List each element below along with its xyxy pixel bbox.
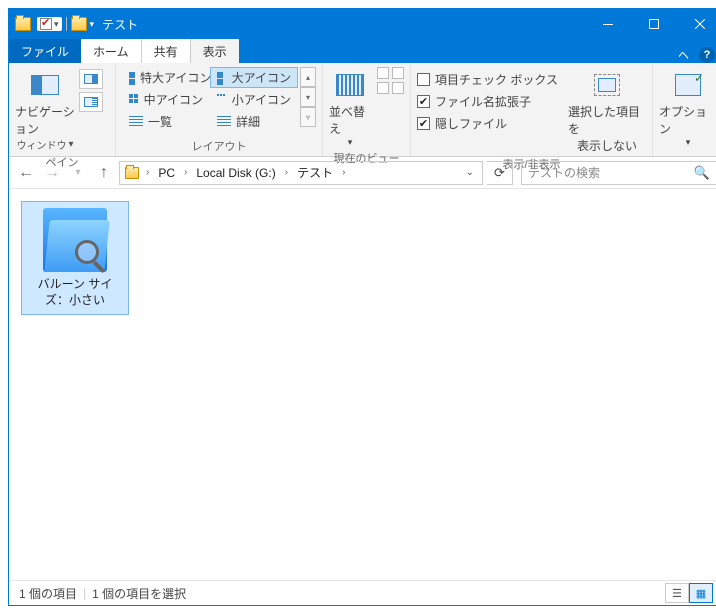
- status-selected-count: 1 個の項目を選択: [92, 585, 186, 602]
- hide-icon: [594, 74, 620, 96]
- details-pane-button[interactable]: [79, 92, 103, 112]
- minimize-button[interactable]: [585, 9, 631, 39]
- tab-view[interactable]: 表示: [191, 39, 239, 63]
- address-bar[interactable]: › PC › Local Disk (G:) › テスト › ⌄: [119, 161, 483, 185]
- chevron-right-icon[interactable]: ›: [180, 167, 191, 178]
- folder-icon: [15, 17, 31, 31]
- list-item[interactable]: バルーン サイズ：小さい: [21, 201, 129, 315]
- breadcrumb-drive[interactable]: Local Disk (G:): [191, 162, 280, 184]
- ribbon-group-layout: 特大アイコン 中アイコン 一覧 大アイコン 小アイコン 詳細 ▴ ▾ ▿ レイア…: [116, 63, 323, 156]
- navigation-pane-button[interactable]: ナビゲーション ウィンドウ▾: [15, 67, 75, 152]
- ribbon-group-show-hide: 項目チェック ボックス ✔ファイル名拡張子 ✔隠しファイル 選択した項目を 表示…: [411, 63, 653, 156]
- tab-file[interactable]: ファイル: [9, 39, 81, 63]
- maximize-button[interactable]: [631, 9, 677, 39]
- ribbon-tabs: ファイル ホーム 共有 表示 ヘ ?: [9, 39, 716, 63]
- group-by-button[interactable]: [392, 67, 404, 79]
- status-item-count: 1 個の項目: [19, 585, 77, 602]
- breadcrumb-pc[interactable]: PC: [153, 162, 180, 184]
- options-icon: [675, 74, 701, 96]
- item-label: バルーン サイズ：小さい: [26, 276, 124, 308]
- chevron-down-icon: ▾: [686, 137, 691, 148]
- search-placeholder: テストの検索: [528, 164, 600, 181]
- title-dropdown-icon[interactable]: ▾: [90, 19, 95, 30]
- back-button[interactable]: ←: [15, 162, 37, 184]
- titlebar-left: ▾ ▾: [9, 17, 94, 31]
- breadcrumb-folder[interactable]: テスト: [292, 162, 338, 184]
- layout-column-1: 特大アイコン 中アイコン 一覧: [122, 67, 210, 132]
- large-icons-view-button[interactable]: ▦: [689, 583, 713, 603]
- qat-dropdown-icon[interactable]: ▾: [54, 19, 59, 30]
- separator: [66, 17, 67, 31]
- nav-label-1: ナビゲーション: [15, 103, 75, 137]
- explorer-window: ▾ ▾ テスト ファイル ホーム 共有 表示 ヘ ? ナビゲーシ: [8, 8, 716, 606]
- size-columns-button[interactable]: [377, 82, 389, 94]
- up-button[interactable]: ↑: [93, 162, 115, 184]
- tab-share[interactable]: 共有: [142, 39, 191, 63]
- nav-label-2: ウィンドウ: [16, 137, 66, 152]
- hidden-files-toggle[interactable]: ✔隠しファイル: [417, 113, 558, 133]
- layout-scroll-down[interactable]: ▾: [300, 87, 316, 107]
- layout-details[interactable]: 詳細: [210, 111, 298, 132]
- sort-icon: [336, 74, 364, 96]
- search-icon: 🔍: [694, 165, 710, 181]
- layout-scroll-up[interactable]: ▴: [300, 67, 316, 87]
- qat-properties-icon[interactable]: [40, 18, 52, 30]
- view-switcher: ☰ ▦: [665, 583, 713, 603]
- navigation-bar: ← → ▾ ↑ › PC › Local Disk (G:) › テスト › ⌄…: [9, 157, 716, 189]
- forward-button[interactable]: →: [41, 162, 63, 184]
- ribbon-group-current-view: 並べ替え ▾ 現在のビュー: [323, 63, 411, 156]
- view-mini-buttons: [377, 67, 404, 94]
- layout-column-2: 大アイコン 小アイコン 詳細: [210, 67, 298, 132]
- layout-medium[interactable]: 中アイコン: [122, 89, 210, 110]
- layout-extra-large[interactable]: 特大アイコン: [122, 67, 210, 88]
- folder-icon: [71, 17, 87, 31]
- search-input[interactable]: テストの検索 🔍: [521, 161, 716, 185]
- folder-search-icon: [43, 208, 107, 272]
- file-list[interactable]: バルーン サイズ：小さい: [9, 189, 716, 581]
- options-button[interactable]: オプション ▾: [659, 67, 716, 148]
- details-view-button[interactable]: ☰: [665, 583, 689, 603]
- preview-pane-button[interactable]: [79, 69, 103, 89]
- quick-access-toolbar: ▾: [37, 17, 62, 31]
- chevron-right-icon[interactable]: ›: [142, 167, 153, 178]
- recent-locations-button[interactable]: ▾: [67, 162, 89, 184]
- ribbon-group-options: オプション ▾: [653, 63, 716, 156]
- ribbon: ナビゲーション ウィンドウ▾ ペイン 特大アイコン 中アイコン 一覧 大アイコン: [9, 63, 716, 157]
- navigation-pane-icon: [31, 75, 59, 95]
- file-extensions-toggle[interactable]: ✔ファイル名拡張子: [417, 91, 558, 111]
- chevron-right-icon[interactable]: ›: [338, 167, 349, 178]
- ribbon-group-panes: ナビゲーション ウィンドウ▾ ペイン: [9, 63, 116, 156]
- layout-small[interactable]: 小アイコン: [210, 89, 298, 110]
- window-title: テスト: [102, 16, 138, 33]
- help-icon[interactable]: ?: [699, 47, 715, 63]
- status-bar: 1 個の項目 | 1 個の項目を選択 ☰ ▦: [9, 581, 716, 605]
- layout-more-button[interactable]: ▿: [300, 107, 316, 127]
- add-columns-button[interactable]: [377, 67, 389, 79]
- folder-icon: [125, 167, 139, 179]
- window-controls: [585, 9, 716, 39]
- titlebar: ▾ ▾ テスト: [9, 9, 716, 39]
- collapse-ribbon-icon[interactable]: ヘ: [678, 47, 689, 63]
- layout-list[interactable]: 一覧: [122, 111, 210, 132]
- chevron-right-icon[interactable]: ›: [281, 167, 292, 178]
- close-button[interactable]: [677, 9, 716, 39]
- layout-large[interactable]: 大アイコン: [210, 67, 298, 88]
- autosize-button[interactable]: [392, 82, 404, 94]
- sort-button[interactable]: 並べ替え ▾: [329, 67, 371, 148]
- tab-home[interactable]: ホーム: [81, 39, 142, 63]
- tabrow-right: ヘ ?: [678, 47, 716, 63]
- chevron-down-icon: ▾: [68, 139, 73, 150]
- item-checkboxes-toggle[interactable]: 項目チェック ボックス: [417, 69, 558, 89]
- group-label-layout: レイアウト: [122, 136, 316, 156]
- chevron-down-icon: ▾: [348, 137, 353, 148]
- address-dropdown-icon[interactable]: ⌄: [460, 167, 480, 178]
- refresh-button[interactable]: ⟳: [487, 161, 513, 185]
- layout-scroll: ▴ ▾ ▿: [300, 67, 316, 127]
- hide-selected-button[interactable]: 選択した項目を 表示しない: [568, 67, 646, 154]
